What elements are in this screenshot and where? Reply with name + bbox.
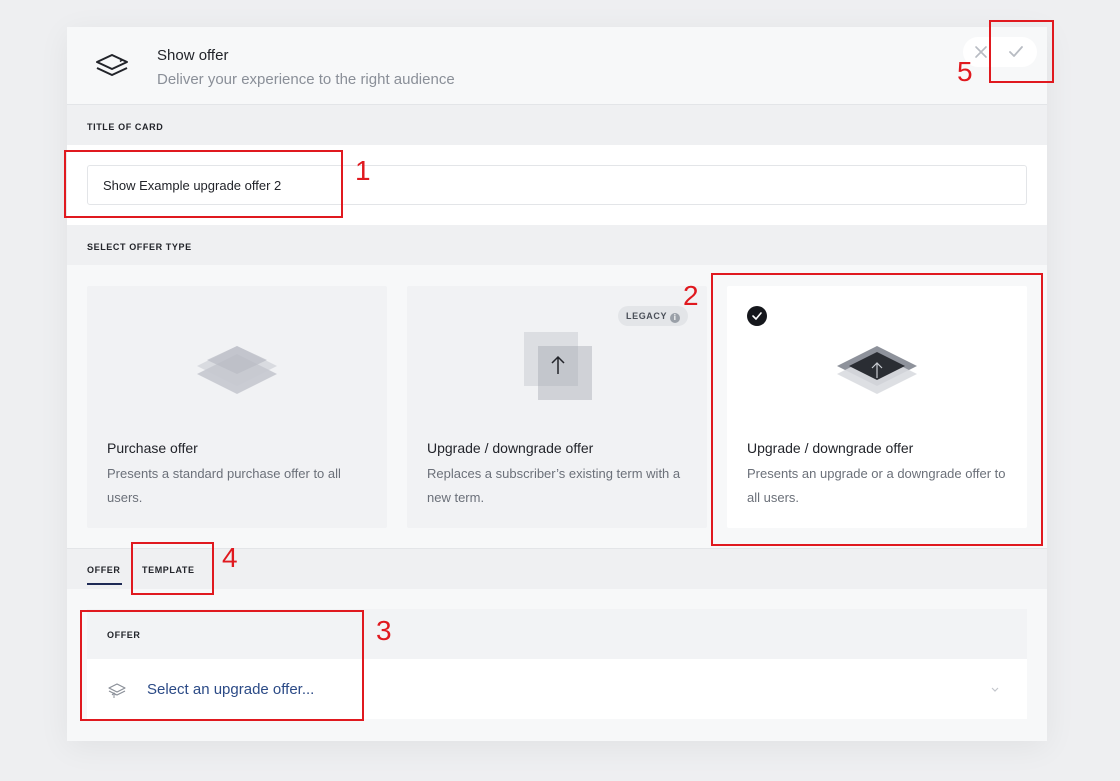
- modal-title: Show offer: [157, 47, 229, 64]
- card-description: Presents a standard purchase offer to al…: [107, 466, 341, 505]
- title-section-header: TITLE OF CARD: [67, 105, 1047, 145]
- upgrade-arrow-icon: [524, 332, 592, 400]
- purchase-layers-icon: [197, 346, 277, 394]
- annotation-number-1: 1: [355, 155, 371, 186]
- chevron-down-icon[interactable]: [989, 683, 1001, 695]
- offer-tabs: OFFER TEMPLATE: [67, 549, 1047, 589]
- annotation-number-4: 4: [222, 542, 238, 573]
- card-description: Replaces a subscriber’s existing term wi…: [427, 466, 681, 505]
- modal-header: Show offer Deliver your experience to th…: [67, 27, 1047, 105]
- card-title: Upgrade / downgrade offer: [427, 440, 594, 456]
- title-of-card-label: TITLE OF CARD: [87, 122, 164, 132]
- annotation-box-4: [131, 542, 214, 595]
- offer-type-card-legacy-upgrade[interactable]: LEGACY i Upgrade / downgrade offer Replac…: [407, 286, 707, 528]
- annotation-number-3: 3: [376, 615, 392, 646]
- legacy-badge: LEGACY i: [618, 306, 689, 326]
- offer-type-card-purchase[interactable]: Purchase offer Presents a standard purch…: [87, 286, 387, 528]
- select-offer-type-label: SELECT OFFER TYPE: [87, 242, 192, 252]
- annotation-box-3: [80, 610, 364, 721]
- annotation-number-5: 5: [957, 56, 973, 87]
- layers-icon: [96, 54, 128, 76]
- close-icon[interactable]: [971, 42, 991, 62]
- info-icon[interactable]: i: [670, 313, 681, 323]
- annotation-box-1: [64, 150, 343, 218]
- annotation-number-2: 2: [683, 280, 699, 311]
- tab-offer[interactable]: OFFER: [87, 565, 122, 585]
- offer-type-section-header: SELECT OFFER TYPE: [67, 225, 1047, 265]
- annotation-box-2: [711, 273, 1043, 546]
- annotation-box-5: [989, 20, 1054, 83]
- card-title: Purchase offer: [107, 440, 198, 456]
- modal-subtitle: Deliver your experience to the right aud…: [157, 71, 455, 88]
